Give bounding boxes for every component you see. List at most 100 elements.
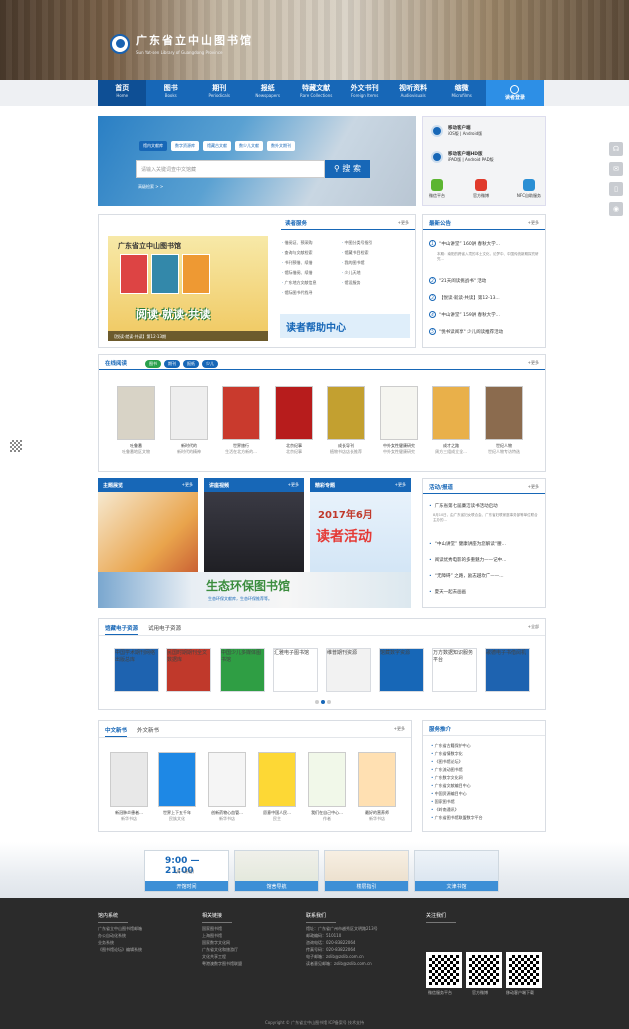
eresource-item[interactable]: 馆藏数字资源 bbox=[379, 648, 424, 692]
theme-more[interactable]: +更多 bbox=[182, 482, 193, 488]
nav-microfilms[interactable]: 缩微 Microfilms bbox=[437, 80, 485, 106]
reader-banner[interactable]: 广东省立中山图书馆 阅读·就读·共读 【悦读·就读·共读】第12·13期 bbox=[108, 236, 268, 341]
special-more[interactable]: +更多 bbox=[395, 482, 406, 488]
wechat-link[interactable]: 微信平台 bbox=[429, 179, 445, 199]
service-link[interactable]: 广东数字文化网 bbox=[431, 775, 463, 781]
site-logo[interactable]: 广东省立中山图书馆 Sun Yat-sen Library of Guangdo… bbox=[110, 32, 253, 55]
carousel-dot[interactable] bbox=[327, 700, 331, 704]
eresource-item[interactable]: 万方数据知识服务平台 bbox=[432, 648, 477, 692]
qr-side-icon[interactable] bbox=[10, 440, 22, 452]
book-item[interactable]: 成才之路 周方三组成立全... bbox=[432, 386, 470, 455]
activity-item[interactable]: • “中山讲堂” 健康讲座为您解读“腰... bbox=[429, 541, 506, 548]
new-book-item[interactable]: 世界上下五千年 民族文化 bbox=[156, 752, 198, 822]
carousel-dot[interactable] bbox=[321, 700, 325, 704]
new-book-item[interactable]: 愿意中国人民... 民主 bbox=[256, 752, 298, 822]
activities-more[interactable]: +更多 bbox=[528, 484, 539, 490]
reader-link[interactable]: 借阅证、预采购 bbox=[282, 238, 317, 248]
reader-login-button[interactable]: 读者登录 bbox=[485, 80, 545, 106]
reader-link[interactable]: 查询与文献检索 bbox=[282, 248, 317, 258]
search-button[interactable]: ⚲ 搜 索 bbox=[325, 160, 370, 178]
search-tab[interactable]: 数外文期刊 bbox=[267, 141, 295, 151]
book-item[interactable]: 世纪人物 世纪人物专访特选 bbox=[485, 386, 523, 455]
notice-item[interactable]: 5 "悦书读阅享" 少儿阅读推荐活动 bbox=[429, 328, 503, 335]
nav-books[interactable]: 图书 Books bbox=[146, 80, 194, 106]
reader-link[interactable]: 馆设服务 bbox=[342, 278, 373, 288]
notice-item[interactable]: 2 "21天阅读挑战书" 活动 bbox=[429, 277, 486, 284]
nav-home[interactable]: 首页 Home bbox=[98, 80, 147, 106]
footer-link[interactable]: 业务系统 bbox=[98, 940, 114, 946]
reader-link[interactable]: 少儿天地 bbox=[342, 268, 373, 278]
headset-icon[interactable]: ☊ bbox=[609, 142, 623, 156]
footer-link[interactable]: 广东省立中山图书馆邮箱 bbox=[98, 926, 142, 932]
hd-client-link[interactable]: 移动客户端HD版 iPAD版 | Android PAD版 bbox=[431, 151, 494, 163]
advanced-search-link[interactable]: 高级检索 > > bbox=[138, 184, 163, 190]
service-link[interactable]: 《岭南通讯》 bbox=[431, 807, 459, 813]
new-book-item[interactable]: 最好的营养师 新华书店 bbox=[356, 752, 398, 822]
filter-pill[interactable]: 图书 bbox=[145, 360, 161, 368]
nav-rare-collections[interactable]: 特藏文献 Rare Collections bbox=[292, 80, 340, 106]
book-item[interactable]: 中外女性健康研究 中外女性健康研究 bbox=[380, 386, 418, 455]
reader-link[interactable]: 我的图书馆 bbox=[342, 258, 373, 268]
mobile-client-link[interactable]: 移动客户端 iOS版 | Android版 bbox=[431, 125, 482, 137]
notice-item[interactable]: 4 “中山讲堂” 159讲 春秋大学... bbox=[429, 311, 500, 318]
nfc-link[interactable]: NFC自助服务 bbox=[517, 179, 541, 199]
search-input[interactable]: 请输入关键词查中文馆藏 bbox=[136, 160, 325, 178]
search-tab[interactable]: 馆藏古文献 bbox=[203, 141, 231, 151]
reader-link[interactable]: 馆际图书代找寻 bbox=[282, 288, 317, 298]
footer-link[interactable]: 粤港澳数字图书馆联盟 bbox=[202, 961, 242, 967]
nav-foreign-items[interactable]: 外文书刊 Foreign Items bbox=[340, 80, 388, 106]
chat-icon[interactable]: ✉ bbox=[609, 162, 623, 176]
notice-item[interactable]: 3 【悦读·就读·共读】第12-13... bbox=[429, 294, 500, 301]
activity-item[interactable]: • 夏天一起去画画 bbox=[429, 589, 466, 596]
new-book-item[interactable]: 我们在自己中心... 作者 bbox=[306, 752, 348, 822]
eresource-item[interactable]: 民国时期期刊全文数据库 bbox=[166, 648, 211, 692]
service-link[interactable]: 广东省文献编目中心 bbox=[431, 783, 471, 789]
footer-link[interactable]: 国家数字文化网 bbox=[202, 940, 230, 946]
footer-link[interactable]: 上海图书馆 bbox=[202, 933, 222, 939]
reader-link[interactable]: 中图分类号指引 bbox=[342, 238, 373, 248]
reader-link[interactable]: 馆藏书目检索 bbox=[342, 248, 373, 258]
footer-link[interactable]: 国家图书馆 bbox=[202, 926, 222, 932]
search-tab[interactable]: 馆内文献库 bbox=[139, 141, 167, 151]
service-link[interactable]: 广东省情数字化 bbox=[431, 751, 463, 757]
new-book-item[interactable]: 新冠肺炎患者... 新华书店 bbox=[108, 752, 150, 822]
tile-floor-guide[interactable]: 楼层指引 bbox=[324, 850, 409, 892]
nav-periodicals[interactable]: 期刊 Periodicals bbox=[195, 80, 243, 106]
book-item[interactable]: 世界旅行 生活在北方新的... bbox=[222, 386, 260, 455]
activity-item[interactable]: • 广东省第七届廉洁读书活动启动 bbox=[429, 503, 498, 510]
service-link[interactable]: 广东省图书馆联盟数字平台 bbox=[431, 815, 483, 821]
book-item[interactable]: 新时代的 新时代的精神 bbox=[170, 386, 208, 455]
footer-link[interactable]: 文化共享工程 bbox=[202, 954, 226, 960]
eco-library-banner[interactable]: 生态环保图书馆 生态环保文献库，生态环保推荐等。 bbox=[98, 572, 411, 608]
eresource-item[interactable]: 歌德电子书借阅机 bbox=[485, 648, 530, 692]
reader-service-more[interactable]: +更多 bbox=[398, 220, 409, 226]
reader-link[interactable]: 广东地方文献信息 bbox=[282, 278, 317, 288]
eresource-item[interactable]: 中国学术期刊网络出版总库 bbox=[114, 648, 159, 692]
footer-link[interactable]: 办公自动化系统 bbox=[98, 933, 126, 939]
new-book-item[interactable]: 创新药物心血管... 新华书店 bbox=[206, 752, 248, 822]
search-tab[interactable]: 数字资源库 bbox=[171, 141, 199, 151]
service-link[interactable]: 中国资源编目中心 bbox=[431, 791, 467, 797]
tab-trial-eresources[interactable]: 试用电子资源 bbox=[148, 624, 181, 635]
activity-item[interactable]: • 阅读优秀电影的多重魅力——记中... bbox=[429, 557, 506, 564]
eresource-item[interactable]: 中国少儿多媒体图书馆 bbox=[220, 648, 265, 692]
filter-pill[interactable]: 报纸 bbox=[183, 360, 199, 368]
filter-pill[interactable]: 少儿 bbox=[202, 360, 218, 368]
footer-link[interactable]: 《图书馆论坛》编辑系统 bbox=[98, 947, 142, 953]
video-more[interactable]: +更多 bbox=[288, 482, 299, 488]
nav-newspapers[interactable]: 报纸 Newspapers bbox=[243, 80, 291, 106]
nav-audiovisuals[interactable]: 视听资料 Audiovisuals bbox=[389, 80, 437, 106]
search-tab[interactable]: 数少儿文献 bbox=[235, 141, 263, 151]
new-books-more[interactable]: +更多 bbox=[394, 726, 405, 732]
online-reading-more[interactable]: +更多 bbox=[528, 360, 539, 366]
weibo-link[interactable]: 官方微博 bbox=[473, 179, 489, 199]
eresources-more[interactable]: +全部 bbox=[528, 624, 539, 630]
mobile-icon[interactable]: ▯ bbox=[609, 182, 623, 196]
activity-item[interactable]: • “无障碍” 之路，励志越坎广——... bbox=[429, 573, 504, 580]
tab-chinese-books[interactable]: 中文新书 bbox=[105, 726, 128, 737]
tab-library-eresources[interactable]: 馆藏电子资源 bbox=[105, 624, 139, 635]
book-item[interactable]: 吐鲁番 吐鲁番地区文物 bbox=[117, 386, 155, 455]
reader-link[interactable]: 书刊预借、续借 bbox=[282, 258, 317, 268]
tile-building-map[interactable]: 馆舍导航 bbox=[234, 850, 319, 892]
service-link[interactable]: 广东省古籍保护中心 bbox=[431, 743, 471, 749]
